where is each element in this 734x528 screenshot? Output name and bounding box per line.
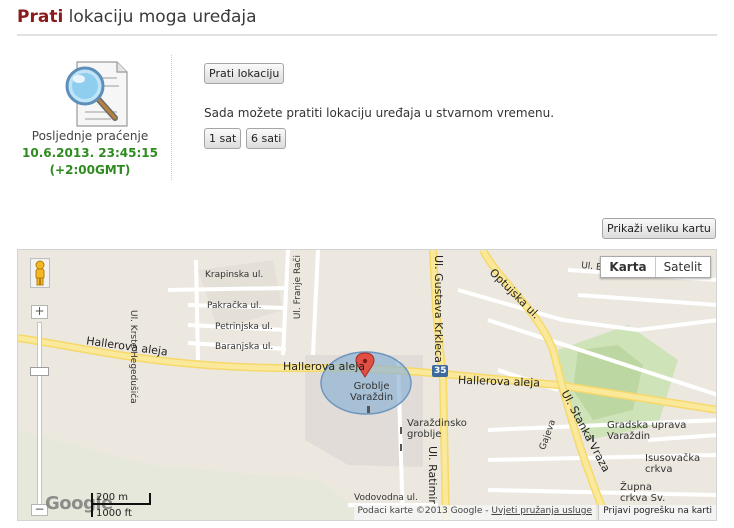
street-label-hallerova-mid: Hallerova aleja <box>283 360 366 373</box>
street-label-ratimir: Ul. Ratimir <box>426 446 439 504</box>
street-label-gustava: Ul. Gustava Krkleca <box>432 255 445 363</box>
street-view-pegman[interactable] <box>30 258 50 288</box>
place-label-groblje: Groblje Varaždin <box>350 381 394 403</box>
page-title-accent: Prati <box>17 7 64 27</box>
zoom-slider-thumb[interactable] <box>30 367 49 376</box>
street-label-pakracka: Pakračka ul. <box>207 301 262 311</box>
street-label-petrinjska: Petrinjska ul. <box>215 322 273 332</box>
report-map-error-link[interactable]: Prijavi pogrešku na karti <box>598 505 716 520</box>
street-label-vodovodna: Vodovodna ul. <box>354 493 418 503</box>
zoom-in-button[interactable]: + <box>31 305 48 319</box>
document-search-icon <box>65 61 128 127</box>
map-type-map-button[interactable]: Karta <box>601 257 656 277</box>
page-title-rest: lokaciju moga uređaja <box>63 7 257 27</box>
map-view[interactable]: Krapinska ul. Pakračka ul. Petrinjska ul… <box>17 249 717 521</box>
last-tracking-label: Posljednje praćenje <box>31 129 149 143</box>
realtime-description: Sada možete pratiti lokaciju uređaja u s… <box>204 106 555 120</box>
zoom-slider-track[interactable] <box>37 322 42 512</box>
place-label-varazdinsko: Varaždinsko groblje <box>407 418 467 440</box>
street-label-krste: Ul. Krste Hegedušića <box>128 310 138 404</box>
street-label-franje: Ul. Franje Rači <box>293 255 303 320</box>
scale-imperial-label: 1000 ft <box>96 508 132 519</box>
route-shield-35: 35 <box>434 366 447 376</box>
place-label-isusovacka: Isusovačka crkva <box>645 453 701 475</box>
page-title: Prati lokaciju moga uređaja <box>17 7 257 27</box>
scale-metric-label: 200 m <box>96 492 129 503</box>
attribution-text: Podaci karte ©2013 Google - <box>357 506 492 516</box>
scale-bar-tick-left <box>91 493 93 517</box>
pegman-icon <box>35 260 45 286</box>
one-hour-button[interactable]: 1 sat <box>204 128 242 149</box>
terms-link[interactable]: Uvjeti pružanja usluge <box>491 506 592 516</box>
map-attribution: Podaci karte ©2013 Google - Uvjeti pruža… <box>353 505 596 520</box>
street-label-krapinska: Krapinska ul. <box>205 270 264 280</box>
six-hours-button[interactable]: 6 sati <box>246 128 287 149</box>
scale-bar <box>91 503 151 505</box>
place-label-gradska: Gradska uprava Varaždin <box>607 420 687 442</box>
street-label-baranjska: Baranjska ul. <box>215 342 274 352</box>
map-type-control[interactable]: Karta Satelit <box>600 256 711 278</box>
show-big-map-button[interactable]: Prikaži veliku kartu <box>602 218 716 239</box>
place-label-zupna: Župna crkva Sv. <box>620 482 666 504</box>
last-tracking-date: 10.6.2013. 23:45:15 <box>22 146 158 160</box>
map-type-satellite-button[interactable]: Satelit <box>656 257 710 277</box>
title-divider <box>17 34 717 36</box>
last-tracking-timezone: (+2:00GMT) <box>49 163 131 177</box>
status-panel: Posljednje praćenje 10.6.2013. 23:45:15 … <box>17 55 172 180</box>
track-location-button[interactable]: Prati lokaciju <box>204 63 285 84</box>
